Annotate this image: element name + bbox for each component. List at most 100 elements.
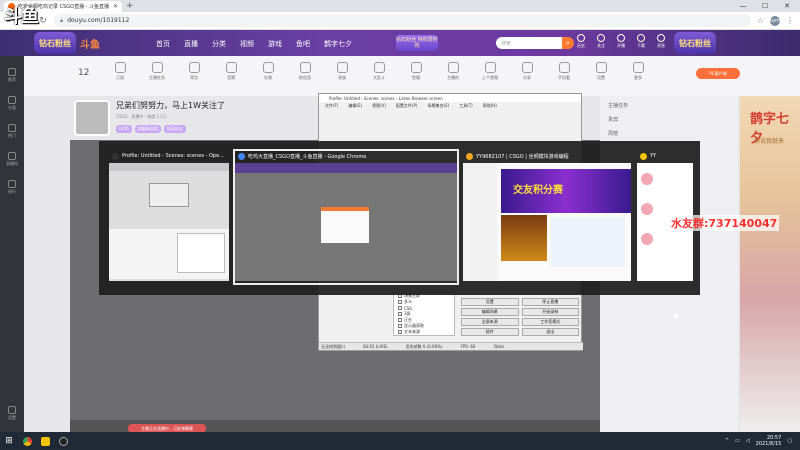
diamond-badge[interactable]: 钻石粉丝: [163, 125, 186, 133]
fanclub-badge[interactable]: 超级粉丝团: [134, 125, 161, 133]
func-fanclub[interactable]: 粉丝团: [291, 62, 319, 81]
switcher-chrome-window[interactable]: 吃鸡大直播_CSGO直播_斗鱼直播 - Google Chrome: [233, 149, 459, 285]
nav-video[interactable]: 视频: [240, 39, 254, 49]
anchor-avatar[interactable]: [74, 100, 110, 136]
nav-live[interactable]: 直播: [184, 39, 198, 49]
panel-task[interactable]: 主播任务: [608, 102, 628, 109]
follow-button[interactable]: 关注: [594, 34, 608, 49]
nav-qixi[interactable]: 鹊字七夕: [324, 39, 352, 49]
close-window-button[interactable]: ✕: [776, 0, 798, 12]
obs-exit-button[interactable]: 退出: [521, 328, 579, 336]
anchor-info: 兄弟们努努力，马上1W关注了 CSGO · 直播中 · 热度 1.2万 LV46…: [70, 98, 310, 138]
notification-icon[interactable]: ▢: [787, 438, 792, 444]
qixi-side-ad[interactable]: 鹊字七夕 你说我就来: [740, 96, 800, 432]
address-bar[interactable]: 🔒︎ douyu.com/1019112: [54, 14, 751, 27]
obs-menu-profile[interactable]: 配置文件(P): [396, 103, 418, 109]
search-input[interactable]: 搜索: [496, 37, 562, 49]
func-task[interactable]: 主播任务: [143, 62, 171, 81]
level-badge[interactable]: LV46: [116, 125, 132, 133]
obs-record-button[interactable]: 开始录制: [521, 308, 579, 316]
obs-plugins-button[interactable]: 插件: [461, 328, 519, 336]
taskbar-obs[interactable]: [54, 432, 72, 450]
search-icon[interactable]: ⌕: [562, 37, 574, 49]
douyu-logo[interactable]: 斗鱼: [80, 36, 100, 51]
panel-vip[interactable]: 贵宾: [608, 116, 618, 123]
history-button[interactable]: 历史: [574, 34, 588, 49]
task-icon: [151, 62, 163, 73]
rail-hot[interactable]: 热门: [0, 124, 24, 139]
tray-arrow-icon[interactable]: ^: [725, 438, 729, 444]
func-share[interactable]: 分享: [513, 62, 541, 81]
obs-fullscreen-button[interactable]: 全屏来源: [461, 318, 519, 326]
chrome-icon: [22, 436, 32, 446]
func-more[interactable]: 更多: [624, 62, 652, 81]
obs-settings-button[interactable]: 设置: [461, 298, 519, 306]
obs-menu-help[interactable]: 帮助(H): [483, 103, 497, 109]
rail-category[interactable]: 分类: [0, 96, 24, 111]
checkbox-icon[interactable]: [398, 330, 402, 334]
close-tab-icon[interactable]: ✕: [113, 3, 118, 10]
checkbox-icon[interactable]: [398, 300, 402, 304]
func-prev-video[interactable]: 上个视频: [476, 62, 504, 81]
network-icon[interactable]: ▭: [735, 438, 740, 444]
panel-rank[interactable]: 周榜: [608, 130, 618, 137]
rail-settings[interactable]: 设置: [0, 406, 24, 421]
reload-icon[interactable]: ↻: [38, 16, 48, 26]
clock[interactable]: 20:57 2021/8/15: [756, 435, 782, 447]
maximize-button[interactable]: ☐: [754, 0, 776, 12]
func-battle[interactable]: 大乱斗: [365, 62, 393, 81]
nav-home[interactable]: 首页: [156, 39, 170, 49]
obs-menu-edit[interactable]: 编辑(E): [348, 103, 362, 109]
bookmark-star-icon[interactable]: ☆: [757, 16, 764, 25]
obs-menu-tools[interactable]: 工具(T): [459, 103, 473, 109]
download-button[interactable]: 下载: [634, 34, 648, 49]
camera-icon: [617, 34, 625, 42]
nav-yuba[interactable]: 鱼吧: [296, 39, 310, 49]
rail-rank[interactable]: 排行: [0, 180, 24, 195]
obs-menu-file[interactable]: 文件(F): [325, 103, 338, 109]
obs-edit-scene-button[interactable]: 编辑场景: [461, 308, 519, 316]
func-gift[interactable]: 礼物: [254, 62, 282, 81]
rail-recommend[interactable]: 推荐: [0, 68, 24, 83]
switcher-yy-room[interactable]: YY9682107 | CSGO | 丝绸模块游戏编程 交友积分赛: [463, 151, 631, 283]
rail-live[interactable]: 直播间: [0, 152, 24, 167]
obs-menu-scenes[interactable]: 场景集合(S): [427, 103, 449, 109]
volume-icon[interactable]: ◁: [746, 438, 750, 444]
start-button[interactable]: ⊞: [0, 432, 18, 450]
func-subscribe[interactable]: 订阅: [106, 62, 134, 81]
diamond-fan-badge[interactable]: 钻石粉丝: [34, 32, 76, 54]
browser-menu-icon[interactable]: ⋮: [786, 16, 794, 25]
taskbar-chrome[interactable]: [18, 432, 36, 450]
diamond-fan-promo[interactable]: 钻石粉丝 特权限时购: [396, 35, 438, 51]
obs-studio-mode-button[interactable]: 工作室模式: [521, 318, 579, 326]
obs-menu-view[interactable]: 视图(V): [372, 103, 386, 109]
checkbox-icon[interactable]: [398, 306, 402, 310]
checkbox-icon[interactable]: [398, 318, 402, 322]
func-bag[interactable]: 背包: [180, 62, 208, 81]
func-mobile[interactable]: 手机看: [550, 62, 578, 81]
pc-client-button[interactable]: PC客户端: [696, 68, 740, 79]
new-tab-button[interactable]: +: [126, 1, 134, 11]
obs-source[interactable]: 文本来源: [394, 329, 454, 335]
func-settings[interactable]: 设置: [587, 62, 615, 81]
obs-stop-stream-button[interactable]: 停止直播: [521, 298, 579, 306]
diamond-fan-banner[interactable]: 钻石粉丝: [674, 32, 716, 54]
func-anchor[interactable]: 主播的: [439, 62, 467, 81]
message-button[interactable]: 消息: [654, 34, 668, 49]
func-pond[interactable]: 鱼塘: [402, 62, 430, 81]
nav-game[interactable]: 游戏: [268, 39, 282, 49]
switcher-obs-window[interactable]: Profile: Untitled - Scenes: scenes - Ope…: [109, 151, 229, 283]
room-title: 兄弟们努努力，马上1W关注了: [116, 101, 225, 110]
broadcast-button[interactable]: 开播: [614, 34, 628, 49]
checkbox-icon[interactable]: [398, 324, 402, 328]
taskbar-yy[interactable]: [36, 432, 54, 450]
obs-menubar: 文件(F) 编辑(E) 视图(V) 配置文件(P) 场景集合(S) 工具(T) …: [319, 102, 581, 109]
profile-avatar[interactable]: tom: [770, 15, 780, 26]
minimize-button[interactable]: —: [732, 0, 754, 12]
checkbox-icon[interactable]: [398, 312, 402, 316]
nav-category[interactable]: 分类: [212, 39, 226, 49]
obs-sources-list: 场景左屏 多卡 CS6 3屏 正在 显示器获取 文本来源: [393, 292, 455, 336]
func-guess[interactable]: 竞猜: [217, 62, 245, 81]
main-nav: 首页 直播 分类 视频 游戏 鱼吧 鹊字七夕: [156, 39, 352, 49]
func-noble[interactable]: 贵族: [328, 62, 356, 81]
